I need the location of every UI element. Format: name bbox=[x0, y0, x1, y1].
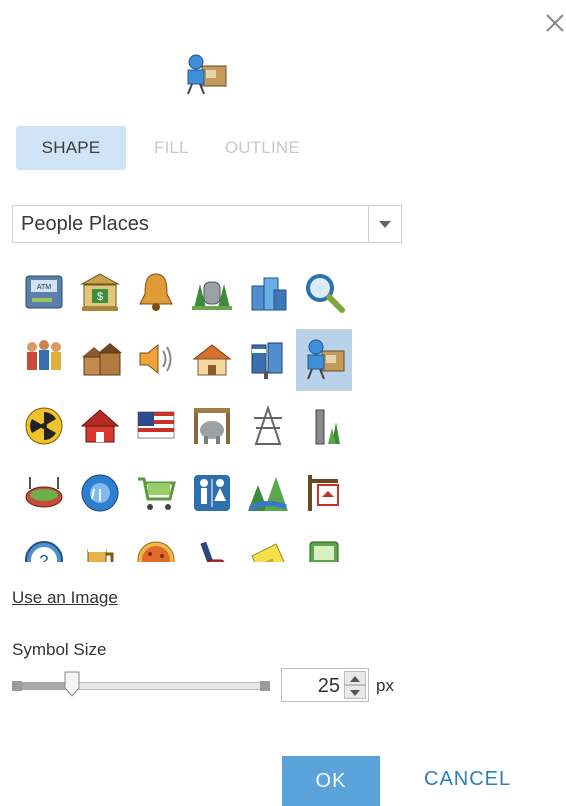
people-crowd-icon bbox=[27, 340, 61, 370]
symbol-cell[interactable] bbox=[184, 396, 240, 458]
city-buildings-icon bbox=[251, 277, 287, 311]
home-icon bbox=[192, 344, 232, 376]
slider-right-cap bbox=[260, 681, 270, 691]
symbol-cell[interactable] bbox=[16, 396, 72, 458]
symbol-cell[interactable]: $ bbox=[72, 262, 128, 324]
fire-hydrant-icon bbox=[200, 541, 225, 562]
symbol-cell[interactable] bbox=[128, 329, 184, 391]
stadium-icon bbox=[25, 477, 63, 508]
zoo-elephant-icon bbox=[194, 408, 230, 444]
school-house-icon bbox=[80, 409, 120, 443]
tab-outline[interactable]: OUTLINE bbox=[207, 126, 318, 170]
symbol-cell[interactable] bbox=[296, 262, 352, 324]
svg-text:?: ? bbox=[40, 553, 49, 562]
tower-tree-icon bbox=[315, 409, 340, 445]
decrement-icon[interactable] bbox=[344, 685, 366, 699]
symbol-cell[interactable] bbox=[240, 463, 296, 525]
category-select[interactable]: People Places bbox=[12, 205, 402, 243]
use-image-link[interactable]: Use an Image bbox=[12, 588, 118, 608]
shopping-cart-icon bbox=[138, 477, 176, 510]
cancel-button[interactable]: CANCEL bbox=[424, 768, 511, 791]
shower-icon bbox=[81, 474, 119, 512]
houses-icon bbox=[82, 343, 122, 376]
radiation-icon bbox=[25, 407, 63, 445]
symbol-cell[interactable]: ATM bbox=[16, 262, 72, 324]
symbol-cell[interactable] bbox=[72, 396, 128, 458]
symbol-cell[interactable]: note bbox=[240, 530, 296, 562]
river-landscape-icon bbox=[248, 477, 288, 512]
magnifier-icon bbox=[306, 274, 345, 313]
symbol-cell[interactable] bbox=[240, 262, 296, 324]
symbol-cell[interactable] bbox=[184, 463, 240, 525]
symbol-size-unit: px bbox=[376, 676, 394, 695]
symbol-cell[interactable] bbox=[296, 329, 352, 391]
symbol-cell[interactable] bbox=[296, 396, 352, 458]
symbol-grid: ATM $? note bbox=[16, 262, 356, 562]
symbol-cell[interactable] bbox=[240, 396, 296, 458]
slider-thumb[interactable] bbox=[63, 671, 81, 697]
computer-sign-icon bbox=[309, 541, 339, 562]
category-select-value: People Places bbox=[21, 213, 149, 235]
cemetery-icon bbox=[192, 281, 232, 310]
symbol-size-stepper[interactable]: 25 bbox=[281, 668, 369, 702]
close-icon[interactable] bbox=[540, 8, 566, 38]
symbol-tabs: SHAPE FILL OUTLINE bbox=[16, 126, 318, 170]
svg-text:$: $ bbox=[97, 291, 103, 303]
svg-text:ATM: ATM bbox=[37, 284, 51, 291]
symbol-cell[interactable] bbox=[16, 463, 72, 525]
symbol-cell[interactable] bbox=[240, 329, 296, 391]
increment-icon[interactable] bbox=[344, 671, 366, 685]
atm-icon: ATM bbox=[25, 275, 63, 309]
beer-mug-icon bbox=[87, 546, 114, 562]
office-desk-icon bbox=[307, 339, 345, 380]
symbol-preview bbox=[180, 52, 230, 98]
power-tower-icon bbox=[254, 404, 282, 445]
sticky-note-icon: note bbox=[251, 543, 285, 562]
symbol-size-label: Symbol Size bbox=[12, 640, 107, 659]
symbol-cell[interactable] bbox=[184, 329, 240, 391]
symbol-cell[interactable] bbox=[72, 329, 128, 391]
us-flag-icon bbox=[137, 411, 175, 439]
symbol-cell[interactable] bbox=[128, 463, 184, 525]
help-icon: ? bbox=[25, 541, 63, 562]
symbol-cell[interactable]: ? bbox=[16, 530, 72, 562]
symbol-cell[interactable] bbox=[128, 530, 184, 562]
bell-icon bbox=[139, 273, 173, 311]
symbol-cell[interactable] bbox=[128, 262, 184, 324]
symbol-cell[interactable] bbox=[128, 396, 184, 458]
symbol-cell[interactable] bbox=[72, 530, 128, 562]
restroom-icon bbox=[194, 475, 230, 511]
symbol-size-value[interactable]: 25 bbox=[318, 675, 340, 698]
symbol-cell[interactable] bbox=[184, 262, 240, 324]
symbol-cell[interactable] bbox=[16, 329, 72, 391]
triangle-down-icon[interactable] bbox=[368, 206, 401, 242]
pizza-icon bbox=[137, 541, 175, 562]
symbol-cell[interactable] bbox=[184, 530, 240, 562]
ok-button[interactable]: OK bbox=[282, 756, 380, 806]
symbol-cell[interactable] bbox=[296, 463, 352, 525]
slider-left-cap bbox=[12, 681, 22, 691]
symbol-cell[interactable] bbox=[296, 530, 352, 562]
symbol-cell[interactable] bbox=[72, 463, 128, 525]
speaker-icon bbox=[139, 343, 172, 375]
office-desk-icon bbox=[187, 54, 227, 95]
real-estate-sign-icon bbox=[308, 475, 339, 511]
tab-shape[interactable]: SHAPE bbox=[16, 126, 126, 170]
mailbox-icon bbox=[251, 342, 283, 379]
tab-fill[interactable]: FILL bbox=[136, 126, 207, 170]
bank-icon: $ bbox=[80, 273, 120, 311]
